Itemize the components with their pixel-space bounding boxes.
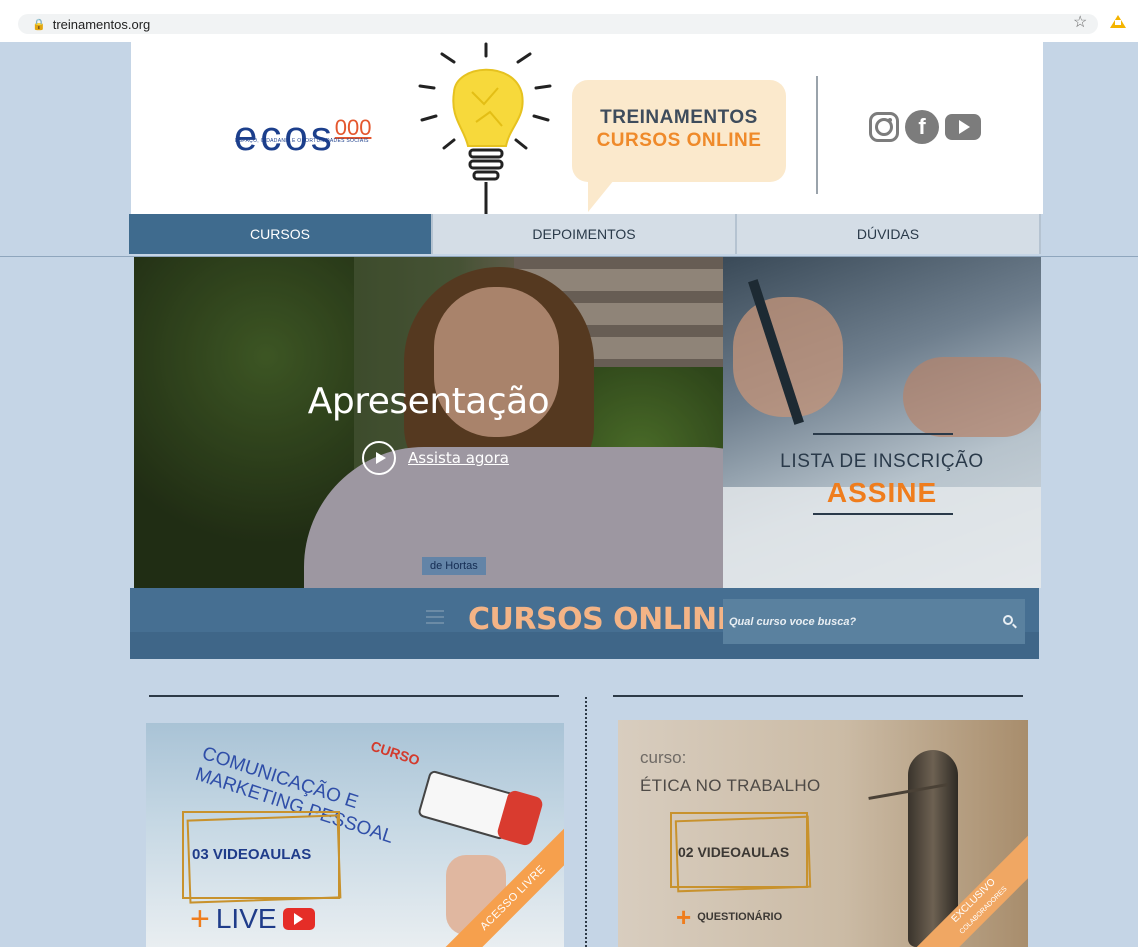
logo-tagline: ESPAÇO, CIDADANIA E OPORTUNIDADES SOCIAI… (235, 138, 369, 144)
banner-overlay (134, 257, 723, 588)
treinamentos-badge[interactable]: TREINAMENTOS CURSOS ONLINE (572, 80, 786, 212)
browser-address-bar: 🔒 treinamentos.org ☆ (0, 0, 1138, 42)
social-links: f (869, 110, 981, 144)
hero-title: Apresentação (307, 381, 550, 422)
courses-bar: CURSOS ONLINE Qual curso voce busca? (130, 588, 1039, 659)
watch-now-link[interactable]: Assista agora (362, 441, 509, 475)
site-header: ecos000 ESPAÇO, CIDADANIA E OPORTUNIDADE… (131, 42, 1043, 214)
nav-item-duvidas[interactable]: DÚVIDAS (737, 214, 1041, 254)
main-nav: CURSOS DEPOIMENTOS DÚVIDAS (129, 214, 1041, 254)
courses-title: CURSOS ONLINE (468, 602, 737, 637)
live-label: LIVE (215, 903, 277, 934)
header-divider (816, 76, 818, 194)
course-title: ÉTICA NO TRABALHO (640, 776, 821, 795)
presentation-video-banner[interactable]: de Hortas Apresentação Assista agora (134, 257, 723, 588)
course-video-count: 03 VIDEOAULAS (192, 846, 312, 863)
course-card-etica[interactable]: curso: ÉTICA NO TRABALHO 02 VIDEOAULAS +… (618, 720, 1028, 947)
subscribe-rule-top (813, 433, 953, 435)
questionnaire-label: QUESTIONÁRIO (697, 911, 783, 923)
subscription-banner[interactable]: LISTA DE INSCRIÇÃO ASSINE (723, 257, 1041, 588)
youtube-icon[interactable] (945, 114, 981, 140)
column-separator (585, 697, 587, 947)
course-tag: curso: (640, 748, 687, 767)
url-field[interactable]: 🔒 treinamentos.org (18, 14, 1098, 34)
lightbulb-illustration (418, 42, 552, 214)
plus-icon: + (190, 900, 210, 938)
column-rule-right (613, 695, 1023, 697)
logo-name: ecos (234, 112, 335, 159)
search-icon[interactable] (1003, 615, 1013, 625)
play-icon[interactable] (362, 441, 396, 475)
hand-photo-right (903, 357, 1041, 437)
subscribe-label: LISTA DE INSCRIÇÃO (780, 451, 984, 472)
badge-line2: CURSOS ONLINE (596, 130, 762, 151)
subscribe-rule-bottom (813, 513, 953, 515)
questionnaire-badge: + QUESTIONÁRIO (676, 903, 782, 931)
site-logo[interactable]: ecos000 (234, 108, 372, 159)
url-text: treinamentos.org (52, 16, 151, 32)
instagram-icon[interactable] (869, 112, 899, 142)
course-card-comunicacao[interactable]: COMUNICAÇÃO E MARKETING PESSOAL CURSO 03… (146, 723, 564, 947)
megaphone-illustration (416, 753, 546, 847)
watch-now-label[interactable]: Assista agora (408, 449, 509, 467)
badge-line1: TREINAMENTOS (600, 107, 758, 128)
plus-icon: + (676, 902, 692, 932)
course-video-count: 02 VIDEOAULAS (678, 844, 790, 860)
search-input[interactable]: Qual curso voce busca? (729, 616, 856, 628)
facebook-icon[interactable]: f (905, 110, 939, 144)
course-tag: CURSO (368, 737, 422, 769)
youtube-icon (282, 908, 315, 930)
drive-extension-icon[interactable] (1110, 15, 1126, 28)
logo-suffix: 000 (334, 115, 372, 140)
course-search[interactable]: Qual curso voce busca? (723, 599, 1025, 644)
subscribe-button[interactable]: ASSINE (723, 477, 1041, 509)
nav-item-cursos[interactable]: CURSOS (129, 214, 433, 254)
nav-item-depoimentos[interactable]: DEPOIMENTOS (433, 214, 737, 254)
lock-icon: 🔒 (32, 18, 46, 31)
column-rule-left (149, 695, 559, 697)
live-badge: + LIVE (190, 900, 315, 938)
bookmark-star-icon[interactable]: ☆ (1073, 12, 1087, 32)
menu-icon[interactable] (426, 610, 444, 624)
